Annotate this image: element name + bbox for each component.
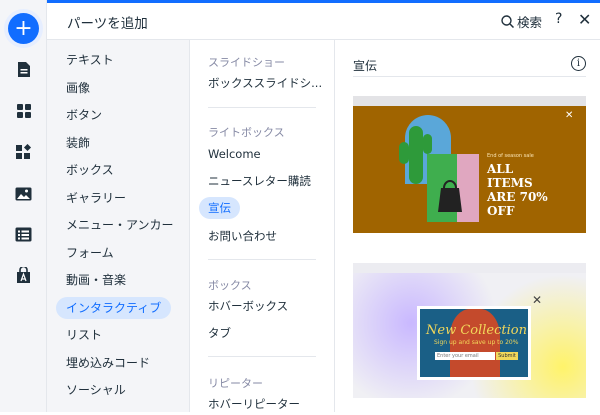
subsection-item[interactable]: Welcome [199, 143, 270, 165]
collection-email-field: Enter your email [435, 352, 495, 360]
category-item[interactable]: フォーム [56, 242, 124, 264]
collection-subline: Sign up and save up to 20% [434, 339, 519, 346]
subsection-item[interactable]: ホバーボックス [199, 295, 297, 317]
section-divider [208, 259, 316, 260]
category-item[interactable]: メニュー・アンカー [56, 214, 184, 236]
section-divider [208, 107, 316, 108]
search-icon [501, 15, 514, 28]
category-item[interactable]: 動画・音楽 [56, 269, 136, 291]
category-item[interactable]: テキスト [56, 49, 124, 71]
preview-divider [353, 76, 586, 77]
category-item[interactable]: ボックス [56, 159, 124, 181]
promo-template-card-collection[interactable]: ✕ New Collection Sign up and save up to … [353, 263, 586, 398]
subsection-item[interactable]: ニュースレター購読 [199, 170, 320, 192]
category-item[interactable]: 埋め込みコード [56, 352, 160, 374]
category-item[interactable]: ギャラリー [56, 187, 136, 209]
section-title-box: ボックス [208, 279, 252, 292]
market-icon[interactable] [10, 262, 37, 289]
add-elements-button[interactable]: + [8, 13, 39, 44]
preview-title: 宣伝 [353, 59, 378, 73]
category-list: テキスト 画像 ボタン 装飾 ボックス ギャラリー メニュー・アンカー フォーム… [47, 40, 190, 412]
category-item[interactable]: 画像 [56, 77, 100, 99]
page-icon[interactable] [10, 56, 37, 83]
collection-submit-button: Submit [496, 352, 518, 360]
sale-small-text: End of season sale [487, 153, 534, 159]
subsection-list: スライドショー ボックススライドシ... ライトボックス Welcome ニュー… [190, 40, 335, 412]
collection-popup-image: New Collection Sign up and save up to 20… [420, 309, 528, 377]
section-title-lightbox: ライトボックス [208, 126, 285, 139]
sale-popup-preview: End of season sale ALL ITEMS ARE 70% OFF… [353, 106, 586, 233]
collection-popup-preview: ✕ New Collection Sign up and save up to … [353, 273, 586, 398]
panel-header: パーツを追加 検索 ? ✕ [47, 3, 600, 40]
category-item[interactable]: ボタン [56, 104, 112, 126]
sale-headline: ALL ITEMS ARE 70% OFF [487, 162, 548, 218]
table-icon[interactable] [10, 221, 37, 248]
close-button[interactable]: ✕ [578, 10, 591, 29]
sale-close-icon: ✕ [565, 110, 574, 121]
panel-title: パーツを追加 [67, 16, 148, 32]
section-title-repeater: リピーター [208, 377, 263, 390]
category-item[interactable]: リスト [56, 324, 112, 346]
collection-headline: New Collection [426, 323, 527, 338]
category-item[interactable]: 装飾 [56, 132, 100, 154]
category-item[interactable]: ソーシャル [56, 379, 136, 401]
help-button[interactable]: ? [555, 11, 562, 27]
image-icon[interactable] [10, 180, 37, 207]
apps-grid-icon[interactable] [10, 97, 37, 124]
collection-popup-frame: New Collection Sign up and save up to 20… [417, 306, 531, 380]
subsection-item[interactable]: タブ [199, 322, 240, 344]
info-icon[interactable]: i [571, 56, 586, 71]
section-divider [208, 356, 316, 357]
puzzle-icon[interactable] [10, 139, 37, 166]
category-item-active[interactable]: インタラクティブ [56, 297, 172, 319]
subsection-item[interactable]: ボックススライドシ... [199, 72, 331, 94]
subsection-item[interactable]: お問い合わせ [199, 225, 286, 247]
collection-close-icon: ✕ [532, 293, 543, 307]
left-tool-rail: + [0, 0, 47, 412]
search-label: 検索 [517, 15, 543, 30]
section-title-slideshow: スライドショー [208, 56, 285, 69]
promo-template-card-sale[interactable]: End of season sale ALL ITEMS ARE 70% OFF… [353, 96, 586, 233]
subsection-item-active[interactable]: 宣伝 [199, 197, 240, 219]
preview-pane: 宣伝 i End of season sale ALL ITEMS ARE 70… [335, 40, 600, 412]
search-button[interactable]: 検索 [501, 12, 542, 31]
